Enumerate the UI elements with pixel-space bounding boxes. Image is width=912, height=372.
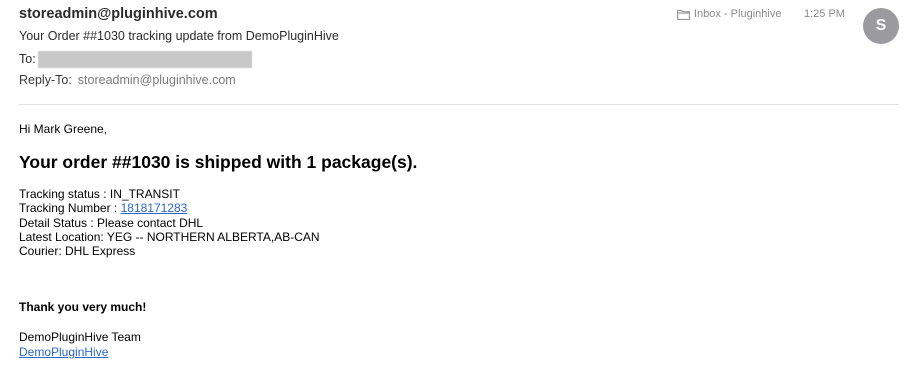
latest-location-line: Latest Location: YEG -- NORTHERN ALBERTA… [19,230,320,244]
reply-to-row: Reply-To: storeadmin@pluginhive.com [19,73,236,87]
email-subject: Your Order ##1030 tracking update from D… [19,29,339,43]
tracking-number-line: Tracking Number : 1818171283 [19,201,320,215]
shipment-headline: Your order ##1030 is shipped with 1 pack… [19,152,418,172]
tracking-number-label: Tracking Number : [19,201,121,216]
folder-icon [677,9,690,20]
courier-value: DHL Express [65,244,136,259]
header-divider [19,104,899,105]
avatar[interactable]: S [863,8,899,44]
tracking-status-label: Tracking status : [19,187,110,201]
thanks-text: Thank you very much! [19,300,147,314]
courier-label: Courier: [19,244,66,259]
team-name: DemoPluginHive Team [19,330,141,344]
reply-to-label: Reply-To: [19,73,72,87]
to-row: To: [19,51,252,68]
detail-status-label: Detail Status : [19,215,98,230]
greeting: Hi Mark Greene, [19,122,108,136]
signature: DemoPluginHive Team DemoPluginHive [19,330,141,359]
latest-location-value: YEG -- NORTHERN ALBERTA,AB-CAN [106,229,320,244]
tracking-status-line: Tracking status : IN_TRANSIT [19,187,320,201]
detail-status-value: Please contact DHL [97,215,204,230]
tracking-details: Tracking status : IN_TRANSIT Tracking Nu… [19,187,320,258]
courier-line: Courier: DHL Express [19,244,320,258]
reply-to-address[interactable]: storeadmin@pluginhive.com [78,73,236,87]
mailbox-label: Inbox - Pluginhive [694,8,782,20]
tracking-number-link[interactable]: 1818171283 [121,201,188,215]
to-label: To: [19,51,36,66]
sender-address[interactable]: storeadmin@pluginhive.com [19,6,218,22]
received-time: 1:25 PM [804,8,845,20]
mailbox-location[interactable]: Inbox - Pluginhive [677,8,781,20]
latest-location-label: Latest Location: [19,229,107,244]
tracking-status-value: IN_TRANSIT [109,187,180,201]
detail-status-line: Detail Status : Please contact DHL [19,216,320,230]
avatar-initial: S [875,17,887,34]
store-link[interactable]: DemoPluginHive [19,345,108,359]
redacted-recipient [37,51,252,68]
email-header: storeadmin@pluginhive.com Your Order ##1… [0,0,912,104]
